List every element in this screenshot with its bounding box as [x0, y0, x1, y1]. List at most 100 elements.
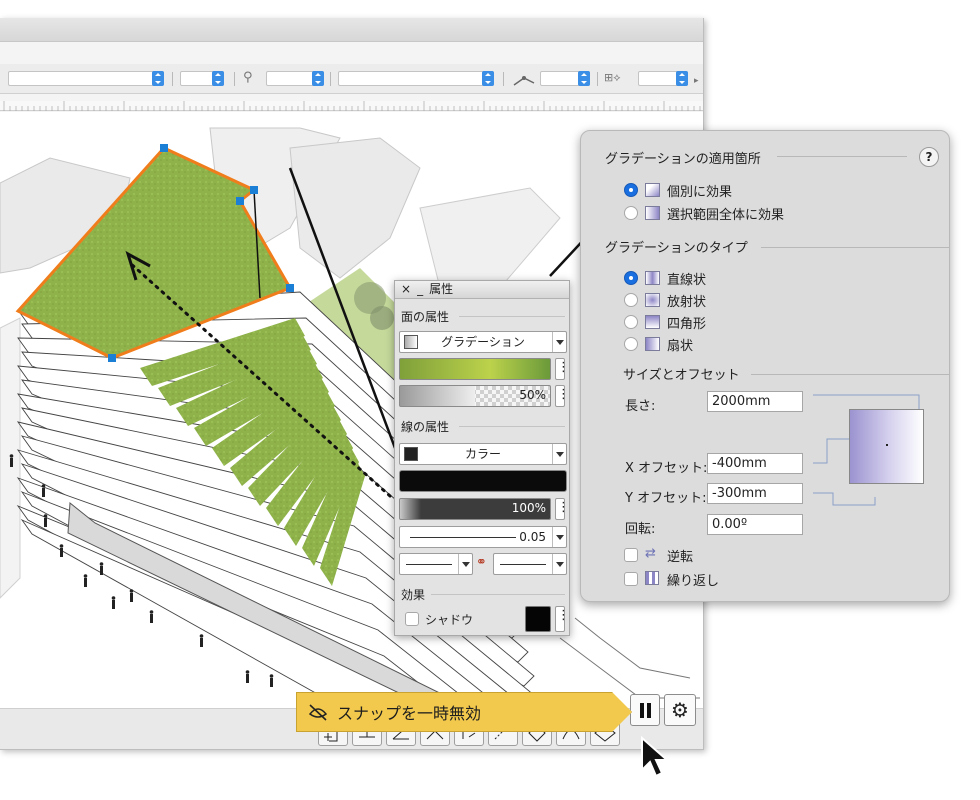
snap-off-icon	[308, 704, 328, 721]
line-weight-dropdown[interactable]: 0.05	[399, 526, 567, 548]
reverse-checkbox[interactable]	[624, 548, 638, 562]
reverse-label: 逆転	[667, 550, 694, 565]
apply-heading: グラデーションの適用箇所	[605, 152, 761, 167]
person-figure	[270, 678, 273, 687]
mouse-cursor-icon	[641, 736, 670, 778]
effects-section-label: 効果	[401, 588, 426, 602]
y-offset-label: Y オフセット:	[625, 491, 707, 506]
chevron-down-icon	[458, 554, 472, 574]
y-offset-input[interactable]: -300mm	[707, 483, 803, 504]
line-end-dropdown[interactable]	[493, 553, 567, 575]
line-start-dropdown[interactable]	[399, 553, 473, 575]
rectangular-gradient-icon	[645, 315, 660, 329]
apply-individual-label: 個別に効果	[667, 185, 733, 200]
type-linear-radio[interactable]	[624, 271, 638, 285]
class-dropdown[interactable]	[8, 71, 164, 86]
apply-selection-label: 選択範囲全体に効果	[667, 208, 785, 223]
title-bar	[0, 18, 703, 42]
type-radial-radio[interactable]	[624, 293, 638, 307]
gradient-color-bar[interactable]	[399, 358, 551, 380]
palette-title-bar[interactable]: × _ 属性	[395, 281, 569, 299]
snap-tooltip: スナップを一時無効	[296, 692, 632, 732]
gradient-options-menu[interactable]	[555, 358, 570, 380]
person-figure	[100, 566, 103, 575]
person-figure	[246, 674, 249, 683]
gradient-origin-dot	[886, 444, 888, 446]
horizontal-ruler	[0, 101, 703, 111]
snap-settings-gear-icon[interactable]: ⚙	[664, 694, 696, 726]
person-head	[83, 574, 88, 578]
repeat-checkbox[interactable]	[624, 572, 638, 586]
help-button[interactable]: ?	[919, 147, 939, 167]
view-dropdown[interactable]	[540, 71, 590, 86]
person-figure	[42, 488, 45, 497]
person-head	[41, 484, 46, 488]
apply-selection-icon	[645, 206, 660, 220]
apply-selection-radio[interactable]	[624, 206, 638, 220]
divider	[459, 316, 565, 317]
person-head	[269, 674, 274, 678]
render-dropdown[interactable]	[638, 71, 688, 86]
toolbar-separator	[503, 72, 504, 86]
fill-type-value: グラデーション	[441, 335, 525, 349]
minimize-icon[interactable]: _	[417, 282, 423, 296]
pause-snapping-button[interactable]	[630, 694, 660, 726]
type-rectangular-label: 四角形	[667, 317, 707, 332]
person-head	[129, 589, 134, 593]
chevron-down-icon	[552, 554, 566, 574]
shadow-checkbox[interactable]	[405, 612, 419, 626]
fill-opacity-bar[interactable]: 50%	[399, 385, 551, 407]
person-head	[149, 610, 154, 614]
page-dropdown[interactable]	[180, 71, 224, 86]
fill-opacity-menu[interactable]	[555, 385, 570, 407]
fill-type-dropdown[interactable]: グラデーション	[399, 331, 567, 353]
line-color-bar[interactable]	[399, 470, 567, 492]
person-head	[245, 670, 250, 674]
type-angular-radio[interactable]	[624, 337, 638, 351]
line-opacity-menu[interactable]	[555, 498, 570, 520]
person-head	[9, 454, 14, 458]
person-head	[59, 544, 64, 548]
angular-gradient-icon	[645, 337, 660, 351]
render-mode-icon[interactable]: ⊞⟡	[604, 70, 621, 86]
type-heading: グラデーションのタイプ	[605, 241, 748, 256]
zoom-icon[interactable]: ⚲	[243, 70, 253, 86]
person-figure	[130, 593, 133, 602]
divider	[431, 594, 565, 595]
palette-title: 属性	[429, 282, 454, 296]
link-icon[interactable]: ⚭	[476, 555, 487, 570]
linear-gradient-icon	[645, 271, 660, 285]
divider	[777, 156, 907, 157]
type-rectangular-radio[interactable]	[624, 315, 638, 329]
person-head	[199, 634, 204, 638]
apply-individual-icon	[645, 183, 660, 197]
line-end-sample	[500, 564, 546, 565]
apply-individual-radio[interactable]	[624, 183, 638, 197]
chevron-down-icon	[552, 332, 566, 352]
size-heading: サイズとオフセット	[623, 368, 740, 383]
zoom-dropdown[interactable]	[266, 71, 324, 86]
reverse-icon: ⇄	[645, 546, 656, 561]
shadow-options-menu[interactable]	[555, 606, 570, 632]
line-section-label: 線の属性	[401, 420, 450, 434]
rotation-input[interactable]: 0.00º	[707, 514, 803, 535]
person-figure	[84, 578, 87, 587]
close-icon[interactable]: ×	[401, 282, 411, 296]
line-weight-value: 0.05	[519, 530, 546, 544]
toolbar-separator	[172, 72, 173, 86]
projection-icon[interactable]	[512, 70, 536, 88]
layer-dropdown[interactable]	[338, 71, 494, 86]
type-linear-label: 直線状	[667, 273, 707, 288]
line-type-dropdown[interactable]: カラー	[399, 443, 567, 465]
x-offset-input[interactable]: -400mm	[707, 453, 803, 474]
gradient-preview[interactable]	[849, 409, 924, 484]
line-opacity-bar[interactable]: 100%	[399, 498, 551, 520]
gradient-swatch-icon	[404, 335, 418, 349]
shadow-color-swatch[interactable]	[525, 606, 551, 632]
length-input[interactable]: 2000mm	[707, 391, 803, 412]
divider	[761, 247, 949, 248]
repeat-icon	[645, 571, 659, 585]
fill-section-label: 面の属性	[401, 310, 450, 324]
overflow-arrow-icon[interactable]: ▸	[694, 73, 699, 89]
line-type-value: カラー	[464, 447, 501, 461]
